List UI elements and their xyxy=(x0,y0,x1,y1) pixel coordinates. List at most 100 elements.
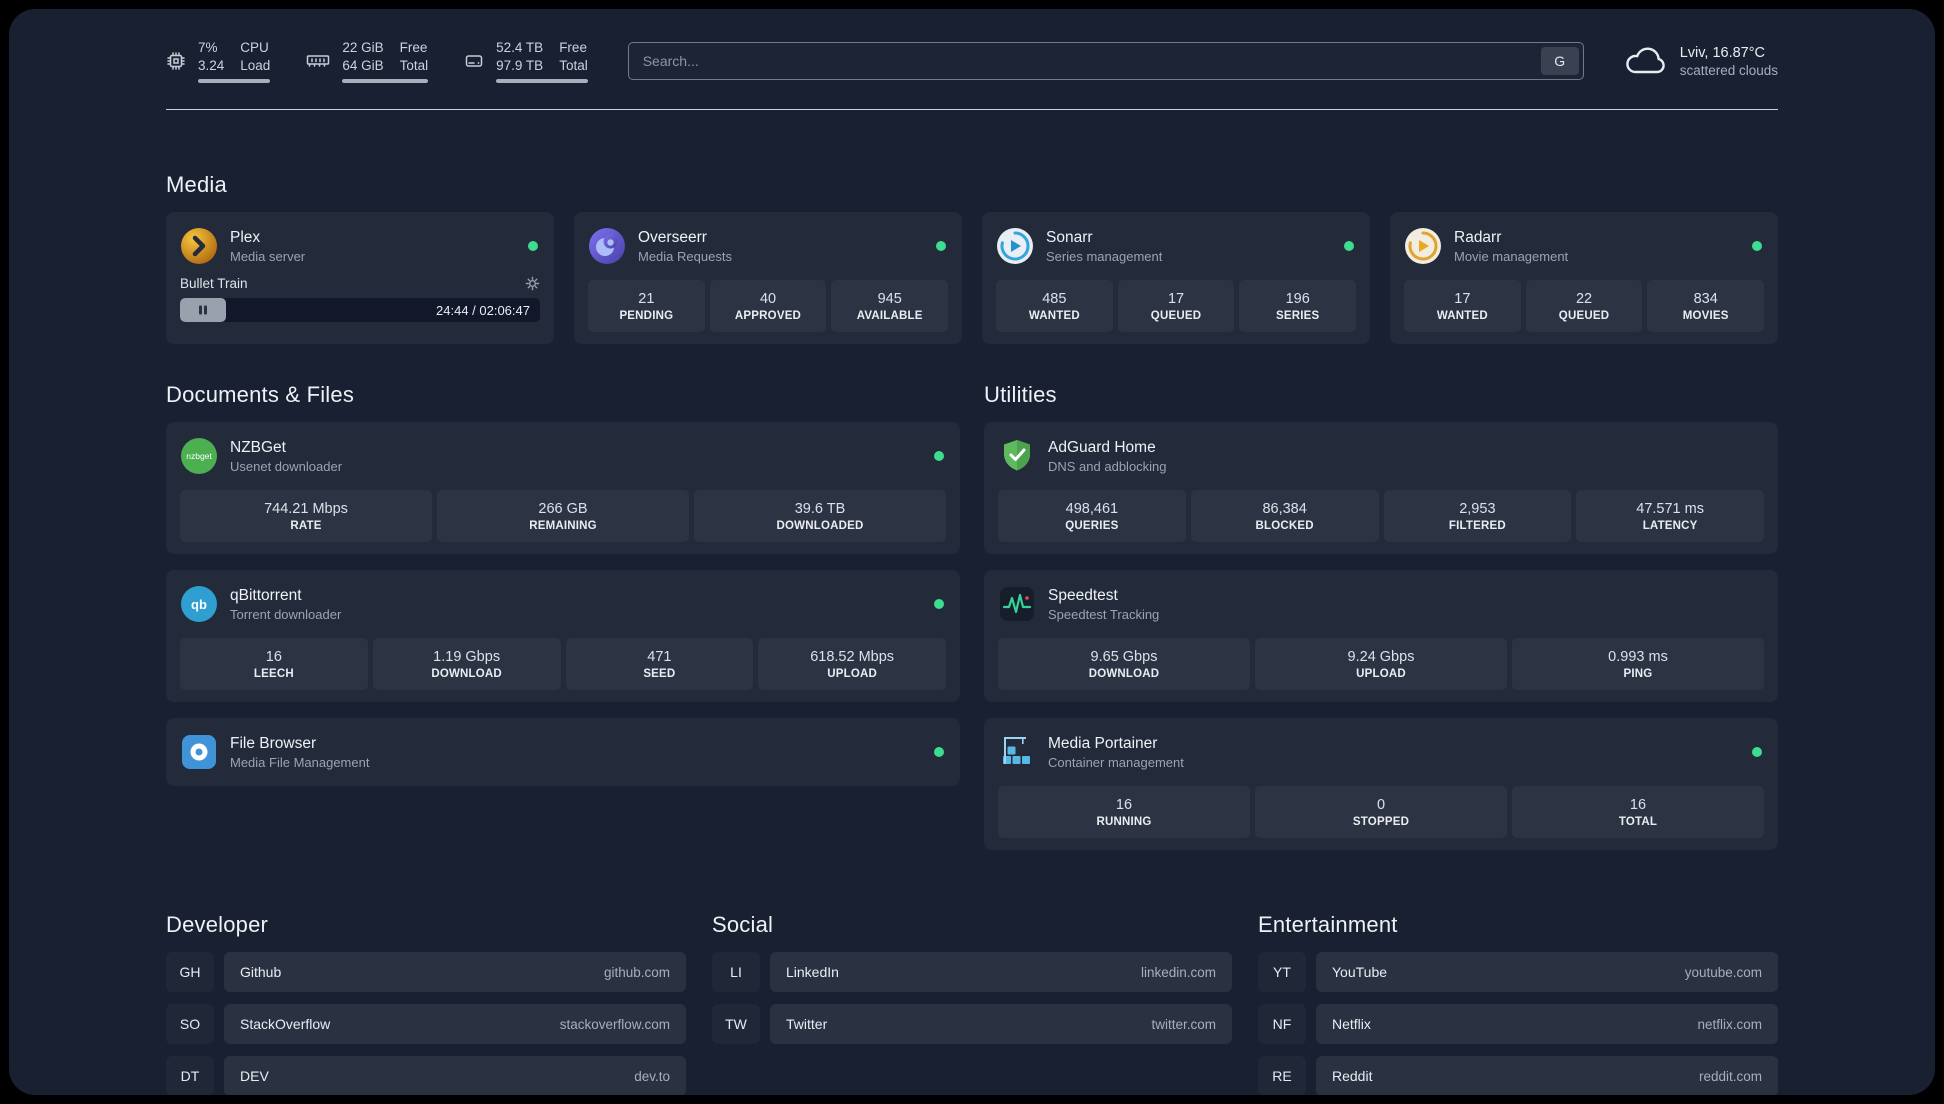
service-link-speedtest[interactable]: Speedtest Speedtest Tracking xyxy=(998,582,1764,626)
playback-time: 24:44 / 02:06:47 xyxy=(436,302,530,318)
search-input[interactable] xyxy=(627,42,1584,81)
stat-value: 0 xyxy=(1376,796,1386,813)
status-dot xyxy=(934,451,944,462)
playback-bar[interactable]: 24:44 / 02:06:47 xyxy=(180,298,540,323)
bookmark-url: youtube.com xyxy=(1684,964,1762,980)
stat-value: 618.52 Mbps xyxy=(810,648,895,665)
bookmark-twitter[interactable]: TW Twitter twitter.com xyxy=(712,1004,1232,1045)
stat-tile: 618.52 Mbps UPLOAD xyxy=(758,638,946,691)
service-card-portainer: Media Portainer Container management 16 … xyxy=(984,718,1778,851)
stat-label: REMAINING xyxy=(529,519,597,532)
status-dot xyxy=(1752,747,1762,758)
service-link-adguard[interactable]: AdGuard Home DNS and adblocking xyxy=(998,434,1764,478)
service-name: Plex xyxy=(230,228,261,246)
service-link-filebrowser[interactable]: File Browser Media File Management xyxy=(180,730,946,774)
stat-label: STOPPED xyxy=(1352,815,1410,828)
stat-label: DOWNLOADED xyxy=(776,519,864,532)
bookmark-linkedin[interactable]: LI LinkedIn linkedin.com xyxy=(712,952,1232,993)
bookmark-url: reddit.com xyxy=(1698,1068,1762,1084)
stat-tile: 9.65 Gbps DOWNLOAD xyxy=(998,638,1250,691)
service-name: Speedtest xyxy=(1048,586,1118,604)
stat-value: 86,384 xyxy=(1262,500,1307,517)
stat-label: DOWNLOAD xyxy=(1088,667,1160,680)
cpu-usage-bar xyxy=(198,79,271,84)
bookmark-abbr: GH xyxy=(166,952,214,993)
bookmark-abbr: LI xyxy=(712,952,760,993)
disk-total-label: Total xyxy=(559,57,588,73)
search-provider-button[interactable]: G xyxy=(1540,47,1579,76)
section-title-utilities: Utilities xyxy=(984,382,1057,408)
stat-tile: 16 TOTAL xyxy=(1512,786,1764,839)
bookmark-youtube[interactable]: YT YouTube youtube.com xyxy=(1258,952,1778,993)
bookmark-reddit[interactable]: RE Reddit reddit.com xyxy=(1258,1056,1778,1095)
stat-label: RATE xyxy=(290,519,322,532)
stat-value: 39.6 TB xyxy=(794,500,846,517)
bookmark-name: Netflix xyxy=(1332,1016,1371,1033)
status-dot xyxy=(934,747,944,758)
service-link-overseerr[interactable]: Overseerr Media Requests xyxy=(588,224,948,268)
bookmark-abbr: SO xyxy=(166,1004,214,1045)
service-name: File Browser xyxy=(230,734,317,752)
resource-widget-disk: 52.4 TB 97.9 TB Free Total xyxy=(464,39,588,84)
cloud-icon xyxy=(1624,45,1668,77)
service-subtitle: DNS and adblocking xyxy=(1048,458,1167,474)
stat-value: 9.65 Gbps xyxy=(1090,648,1158,665)
disk-total-value: 97.9 TB xyxy=(496,57,544,73)
plex-icon xyxy=(180,227,218,265)
bookmark-netflix[interactable]: NF Netflix netflix.com xyxy=(1258,1004,1778,1045)
service-card-qbittorrent: qb qBittorrent Torrent downloader 16 LEE… xyxy=(166,570,960,703)
svg-text:qb: qb xyxy=(191,597,207,612)
stat-label: QUEUED xyxy=(1558,309,1610,322)
stat-tile: 834 MOVIES xyxy=(1647,280,1765,333)
stat-tile: 21 PENDING xyxy=(588,280,705,333)
bookmark-url: netflix.com xyxy=(1697,1016,1762,1032)
stat-value: 9.24 Gbps xyxy=(1347,648,1415,665)
stat-tile: 40 APPROVED xyxy=(709,280,827,333)
header-divider xyxy=(166,109,1778,111)
service-link-plex[interactable]: Plex Media server xyxy=(180,224,540,268)
stat-tile: 16 LEECH xyxy=(180,638,368,691)
service-subtitle: Media File Management xyxy=(230,754,370,770)
bookmark-name: LinkedIn xyxy=(786,964,839,981)
service-card-speedtest: Speedtest Speedtest Tracking 9.65 Gbps D… xyxy=(984,570,1778,703)
stat-label: LATENCY xyxy=(1642,519,1698,532)
memory-free-label: Free xyxy=(399,40,428,55)
stat-value: 22 xyxy=(1575,290,1593,307)
section-title-social: Social xyxy=(712,912,774,938)
stat-tile: 471 SEED xyxy=(565,638,754,691)
service-card-sonarr: Sonarr Series management 485 WANTED 17 Q… xyxy=(982,212,1370,345)
now-playing-title: Bullet Train xyxy=(180,276,248,292)
cpu-load-label: Load xyxy=(240,57,271,73)
status-dot xyxy=(528,241,538,252)
stat-tile: 22 QUEUED xyxy=(1525,280,1643,333)
section-utilities: Utilities AdGuard Home DNS and adblockin… xyxy=(984,382,1778,851)
service-card-radarr: Radarr Movie management 17 WANTED 22 QUE… xyxy=(1390,212,1778,345)
stat-tile: 0 STOPPED xyxy=(1255,786,1507,839)
service-subtitle: Speedtest Tracking xyxy=(1048,606,1160,622)
service-link-sonarr[interactable]: Sonarr Series management xyxy=(996,224,1356,268)
stat-value: 16 xyxy=(1115,796,1133,813)
weather-location: Lviv, 16.87°C xyxy=(1679,44,1766,61)
service-link-portainer[interactable]: Media Portainer Container management xyxy=(998,730,1764,774)
bookmark-dev[interactable]: DT DEV dev.to xyxy=(166,1056,686,1095)
bookmark-abbr: NF xyxy=(1258,1004,1306,1045)
service-card-plex: Plex Media server Bullet Train 24:44 / 0… xyxy=(166,212,554,345)
service-card-adguard: AdGuard Home DNS and adblocking 498,461 … xyxy=(984,422,1778,555)
service-link-nzbget[interactable]: nzbget NZBGet Usenet downloader xyxy=(180,434,946,478)
stat-tile: 17 WANTED xyxy=(1404,280,1521,333)
pause-button[interactable] xyxy=(180,298,226,323)
stat-value: 266 GB xyxy=(538,500,588,517)
service-link-qbittorrent[interactable]: qb qBittorrent Torrent downloader xyxy=(180,582,946,626)
stat-value: 17 xyxy=(1454,290,1471,307)
bookmark-github[interactable]: GH Github github.com xyxy=(166,952,686,993)
bookmark-stackoverflow[interactable]: SO StackOverflow stackoverflow.com xyxy=(166,1004,686,1045)
stat-tile: 47.571 ms LATENCY xyxy=(1576,490,1764,543)
stat-tile: 17 QUEUED xyxy=(1117,280,1235,333)
sonarr-icon xyxy=(996,227,1034,265)
status-dot xyxy=(1752,241,1762,252)
settings-icon[interactable] xyxy=(525,276,540,291)
service-subtitle: Media Requests xyxy=(638,248,732,264)
bookmark-name: DEV xyxy=(240,1068,269,1085)
service-subtitle: Torrent downloader xyxy=(230,606,342,622)
service-link-radarr[interactable]: Radarr Movie management xyxy=(1404,224,1764,268)
